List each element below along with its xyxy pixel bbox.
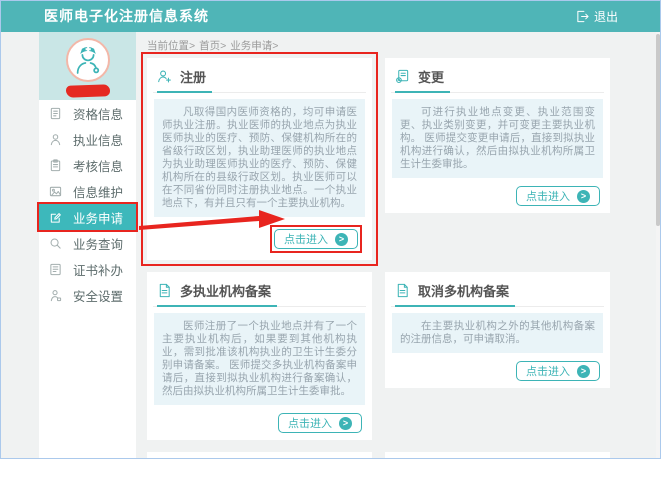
sidebar-item-资格信息[interactable]: 资格信息 [39, 100, 136, 126]
enter-button-label: 点击进入 [526, 363, 570, 379]
sidebar-item-label: 业务查询 [73, 234, 123, 253]
doctor-avatar-icon [66, 38, 110, 82]
file-icon [157, 283, 172, 298]
logout-button[interactable]: 退出 [576, 1, 618, 32]
sidebar-item-label: 资格信息 [73, 104, 123, 123]
service-card-军队变更入: 军队变更入 [385, 452, 610, 459]
query-icon [49, 237, 62, 250]
card-footer: 点击进入 > [153, 413, 366, 433]
enter-button-label: 点击进入 [526, 188, 570, 204]
security-icon [49, 289, 62, 302]
breadcrumb-prefix: 当前位置> [147, 38, 195, 53]
image-icon [49, 185, 62, 198]
sidebar-item-安全设置[interactable]: 安全设置 [39, 282, 136, 308]
card-header: 取消多机构备案 [391, 279, 604, 307]
card-title: 多执业机构备案 [180, 281, 271, 300]
sidebar-item-label: 安全设置 [73, 286, 123, 305]
breadcrumb: 当前位置> 首页> 业务申请> [147, 32, 613, 58]
chevron-right-icon: > [339, 417, 352, 430]
sidebar-item-执业信息[interactable]: 执业信息 [39, 126, 136, 152]
breadcrumb-link[interactable]: 首页> [199, 38, 226, 53]
button-wrap: 点击进入 > [516, 361, 600, 381]
card-footer: 点击进入 > [391, 186, 604, 206]
chevron-right-icon: > [577, 365, 590, 378]
sidebar-item-业务申请[interactable]: 业务申请 [39, 204, 136, 230]
file-icon [395, 283, 410, 298]
enter-button[interactable]: 点击进入 > [278, 413, 362, 433]
person-icon [49, 133, 62, 146]
card-footer: 点击进入 > [153, 225, 366, 253]
sidebar-item-label: 业务申请 [73, 208, 123, 227]
sidebar: 资格信息执业信息考核信息信息维护业务申请业务查询证书补办安全设置 [39, 32, 136, 458]
clipboard-icon [49, 159, 62, 172]
app-window: 医师电子化注册信息系统 退出 [0, 0, 661, 459]
red-annotation-button-box: 点击进入 > [270, 225, 362, 253]
card-title-group: 注册 [157, 67, 212, 93]
user-add-icon [157, 69, 172, 84]
file-sync-icon [395, 69, 410, 84]
sidebar-item-label: 执业信息 [73, 130, 123, 149]
breadcrumb-link[interactable]: 业务申请> [230, 38, 278, 53]
enter-button[interactable]: 点击进入 > [274, 229, 358, 249]
card-title: 取消多机构备案 [418, 281, 509, 300]
sidebar-item-label: 证书补办 [73, 260, 123, 279]
app-title: 医师电子化注册信息系统 [44, 1, 209, 32]
service-card-取消多机构备案: 取消多机构备案在主要执业机构之外的其他机构备案的注册信息，可申请取消。点击进入 > [385, 272, 610, 388]
sidebar-menu: 资格信息执业信息考核信息信息维护业务申请业务查询证书补办安全设置 [39, 100, 136, 308]
logout-icon [576, 10, 589, 23]
sidebar-item-信息维护[interactable]: 信息维护 [39, 178, 136, 204]
enter-button[interactable]: 点击进入 > [516, 361, 600, 381]
card-description: 凡取得国内医师资格的，均可申请医师执业注册。执业医师的执业地点为执业医师执业的医… [154, 99, 365, 217]
service-card-变更: 变更可进行执业地点变更、执业范围变更、执业类别变更，并可变更主要执业机构。 医师… [385, 58, 610, 213]
enter-button[interactable]: 点击进入 > [516, 186, 600, 206]
card-header: 变更 [391, 65, 604, 93]
card-description: 医师注册了一个执业地点并有了一个主要执业机构后，如果要到其他机构执业，需到批准该… [154, 313, 365, 405]
card-title-group: 取消多机构备案 [395, 281, 515, 307]
enter-button-label: 点击进入 [288, 415, 332, 431]
scrollbar-track[interactable] [656, 32, 660, 458]
card-description: 在主要执业机构之外的其他机构备案的注册信息，可申请取消。 [392, 313, 603, 353]
service-card-注册: 注册凡取得国内医师资格的，均可申请医师执业注册。执业医师的执业地点为执业医师执业… [147, 58, 372, 260]
chevron-right-icon: > [335, 233, 348, 246]
card-description: 可进行执业地点变更、执业范围变更、执业类别变更，并可变更主要执业机构。 医师提交… [392, 99, 603, 178]
service-card-变更到军队: 变更到军队 [147, 452, 372, 459]
card-header: 注册 [153, 65, 366, 93]
card-title-group: 多执业机构备案 [157, 281, 277, 307]
certificate-icon [49, 263, 62, 276]
app-header: 医师电子化注册信息系统 退出 [1, 1, 660, 32]
sidebar-item-考核信息[interactable]: 考核信息 [39, 152, 136, 178]
service-card-多执业机构备案: 多执业机构备案医师注册了一个执业地点并有了一个主要执业机构后，如果要到其他机构执… [147, 272, 372, 440]
enter-button-label: 点击进入 [284, 231, 328, 247]
service-cards-grid: 注册凡取得国内医师资格的，均可申请医师执业注册。执业医师的执业地点为执业医师执业… [147, 58, 613, 459]
sidebar-item-证书补办[interactable]: 证书补办 [39, 256, 136, 282]
button-wrap: 点击进入 > [516, 186, 600, 206]
doc-icon [49, 107, 62, 120]
sidebar-item-label: 考核信息 [73, 156, 123, 175]
scrollbar-thumb[interactable] [656, 34, 660, 226]
chevron-right-icon: > [577, 190, 590, 203]
card-footer: 点击进入 > [391, 361, 604, 381]
redacted-user-name [65, 84, 109, 98]
sidebar-item-业务查询[interactable]: 业务查询 [39, 230, 136, 256]
edit-icon [49, 211, 62, 224]
avatar-panel [39, 32, 136, 100]
logout-label: 退出 [594, 8, 618, 25]
card-header: 多执业机构备案 [153, 279, 366, 307]
main-content: 当前位置> 首页> 业务申请> 注册凡取得国内医师资格的，均可申请医师执业注册。执… [147, 32, 613, 459]
button-wrap: 点击进入 > [278, 413, 362, 433]
card-title: 注册 [180, 67, 206, 86]
card-title-group: 变更 [395, 67, 450, 93]
card-title: 变更 [418, 67, 444, 86]
sidebar-item-label: 信息维护 [73, 182, 123, 201]
